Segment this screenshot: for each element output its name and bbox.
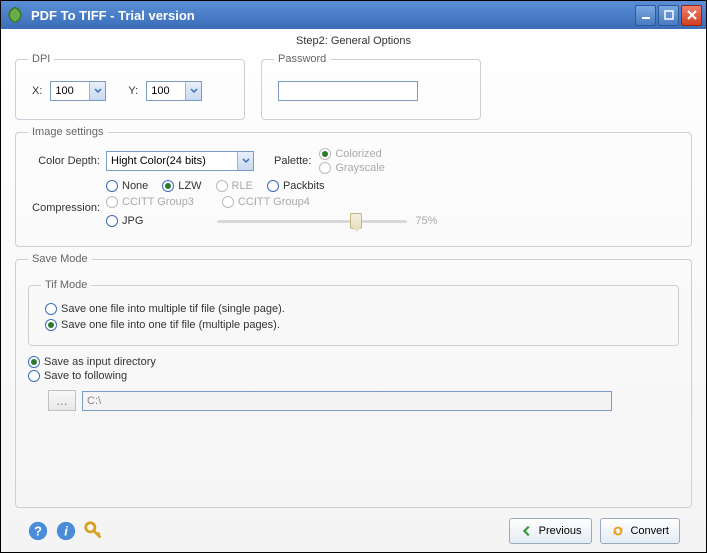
arrow-left-icon bbox=[520, 524, 534, 538]
dpi-x-input[interactable] bbox=[51, 82, 89, 100]
app-logo-icon bbox=[5, 5, 25, 25]
save-mode-legend: Save Mode bbox=[28, 253, 92, 265]
chevron-down-icon[interactable] bbox=[89, 82, 105, 100]
maximize-button[interactable] bbox=[658, 5, 679, 26]
slider-thumb[interactable] bbox=[350, 213, 362, 229]
svg-text:i: i bbox=[64, 524, 68, 539]
color-depth-label: Color Depth: bbox=[28, 155, 106, 167]
browse-button[interactable]: ... bbox=[48, 390, 76, 411]
chevron-down-icon[interactable] bbox=[237, 152, 253, 170]
dpi-y-input[interactable] bbox=[147, 82, 185, 100]
image-settings-group: Image settings Color Depth: Palette: Col… bbox=[15, 126, 692, 247]
info-icon[interactable]: i bbox=[55, 520, 77, 542]
password-input[interactable] bbox=[278, 81, 418, 101]
color-depth-input[interactable] bbox=[107, 152, 237, 170]
compression-label: Compression: bbox=[28, 180, 106, 214]
dpi-y-combo[interactable] bbox=[146, 81, 202, 101]
compression-ccitt3-radio: CCITT Group3 bbox=[106, 196, 194, 208]
palette-grayscale-radio: Grayscale bbox=[319, 162, 385, 174]
help-icon[interactable]: ? bbox=[27, 520, 49, 542]
dpi-x-combo[interactable] bbox=[50, 81, 106, 101]
dpi-group: DPI X: Y: bbox=[15, 53, 245, 120]
chevron-down-icon[interactable] bbox=[185, 82, 201, 100]
password-legend: Password bbox=[274, 53, 330, 65]
password-group: Password bbox=[261, 53, 481, 120]
compression-rle-radio: RLE bbox=[216, 180, 253, 192]
image-settings-legend: Image settings bbox=[28, 126, 108, 138]
minimize-button[interactable] bbox=[635, 5, 656, 26]
step-label: Step2: General Options bbox=[15, 35, 692, 47]
titlebar: PDF To TIFF - Trial version bbox=[1, 1, 706, 29]
key-icon[interactable] bbox=[83, 520, 105, 542]
palette-colorized-radio: Colorized bbox=[319, 148, 385, 160]
compression-lzw-radio[interactable]: LZW bbox=[162, 180, 201, 192]
close-button[interactable] bbox=[681, 5, 702, 26]
svg-text:?: ? bbox=[34, 524, 42, 539]
window-title: PDF To TIFF - Trial version bbox=[31, 8, 635, 23]
compression-jpg-radio[interactable]: JPG bbox=[106, 215, 143, 227]
jpg-quality-slider[interactable] bbox=[217, 212, 407, 230]
previous-button[interactable]: Previous bbox=[509, 518, 593, 544]
tif-single-page-radio[interactable]: Save one file into multiple tif file (si… bbox=[45, 303, 662, 315]
tif-mode-group: Tif Mode Save one file into multiple tif… bbox=[28, 279, 679, 346]
tif-mode-legend: Tif Mode bbox=[41, 279, 91, 291]
tif-multi-page-radio[interactable]: Save one file into one tif file (multipl… bbox=[45, 319, 662, 331]
color-depth-combo[interactable] bbox=[106, 151, 254, 171]
palette-label: Palette: bbox=[274, 155, 311, 167]
refresh-icon bbox=[611, 524, 625, 538]
dpi-legend: DPI bbox=[28, 53, 54, 65]
jpg-quality-value: 75% bbox=[415, 215, 437, 227]
save-path-input bbox=[82, 391, 612, 411]
dpi-y-label: Y: bbox=[128, 85, 138, 97]
save-to-following-radio[interactable]: Save to following bbox=[28, 370, 679, 382]
convert-button[interactable]: Convert bbox=[600, 518, 680, 544]
compression-ccitt4-radio: CCITT Group4 bbox=[222, 196, 310, 208]
window: PDF To TIFF - Trial version Step2: Gener… bbox=[0, 0, 707, 553]
dpi-x-label: X: bbox=[32, 85, 42, 97]
save-mode-group: Save Mode Tif Mode Save one file into mu… bbox=[15, 253, 692, 508]
compression-packbits-radio[interactable]: Packbits bbox=[267, 180, 325, 192]
save-as-input-radio[interactable]: Save as input directory bbox=[28, 356, 679, 368]
compression-none-radio[interactable]: None bbox=[106, 180, 148, 192]
